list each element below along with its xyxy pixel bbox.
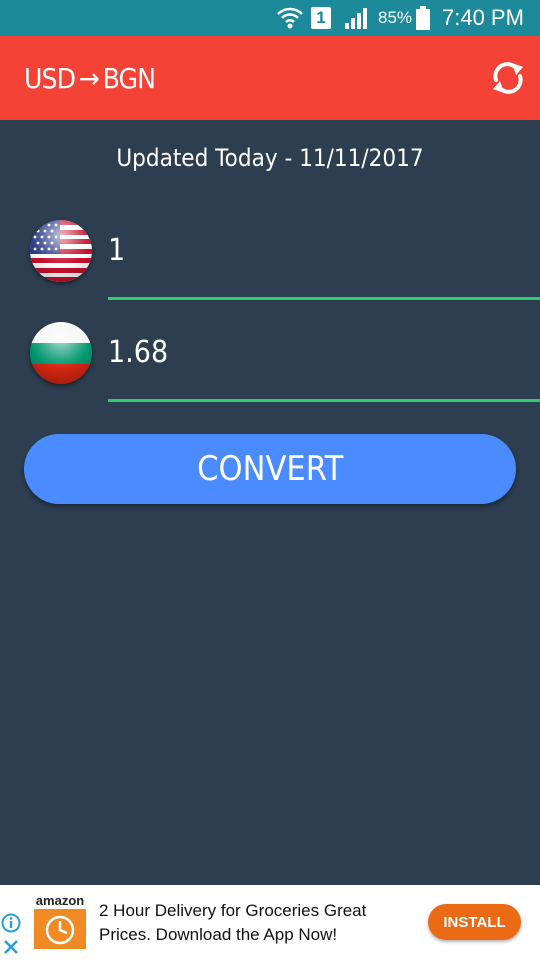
status-bar: 1 85% 7:40 PM — [0, 0, 540, 36]
clock-time: 7:40 PM — [442, 5, 524, 30]
refresh-icon — [493, 62, 523, 94]
app-bar: USD → BGN — [0, 36, 540, 120]
sim-label: 1 — [311, 7, 331, 29]
to-currency-code: BGN — [102, 61, 156, 95]
bg-flag-icon — [30, 322, 92, 384]
refresh-button[interactable] — [488, 58, 528, 98]
bgn-input-underline — [108, 399, 540, 402]
from-currency-code: USD — [24, 61, 76, 95]
convert-button-label: CONVERT — [196, 449, 344, 489]
battery-percent: 85% — [378, 8, 413, 27]
sim-icon: 1 — [311, 0, 331, 36]
signal-icon — [344, 0, 370, 36]
wifi-icon — [276, 0, 304, 36]
ad-text[interactable]: 2 Hour Delivery for Groceries Great Pric… — [99, 899, 399, 947]
battery-icon — [416, 0, 430, 36]
info-icon[interactable] — [1, 913, 21, 933]
clock-icon — [34, 909, 86, 949]
brand-name: amazon — [35, 893, 85, 908]
currency-pair-title: USD → BGN — [24, 36, 156, 120]
install-button[interactable]: INSTALL — [428, 904, 521, 940]
last-updated-text: Updated Today - 11/11/2017 — [116, 144, 424, 172]
arrow-right-icon: → — [78, 61, 100, 95]
usd-input-underline — [108, 297, 540, 300]
bgn-amount-input[interactable] — [108, 322, 497, 382]
convert-button[interactable]: CONVERT — [24, 434, 516, 504]
amazon-logo: amazon — [32, 893, 88, 951]
close-icon[interactable] — [1, 937, 21, 957]
us-flag-icon — [30, 220, 92, 282]
usd-amount-input[interactable] — [108, 220, 497, 280]
